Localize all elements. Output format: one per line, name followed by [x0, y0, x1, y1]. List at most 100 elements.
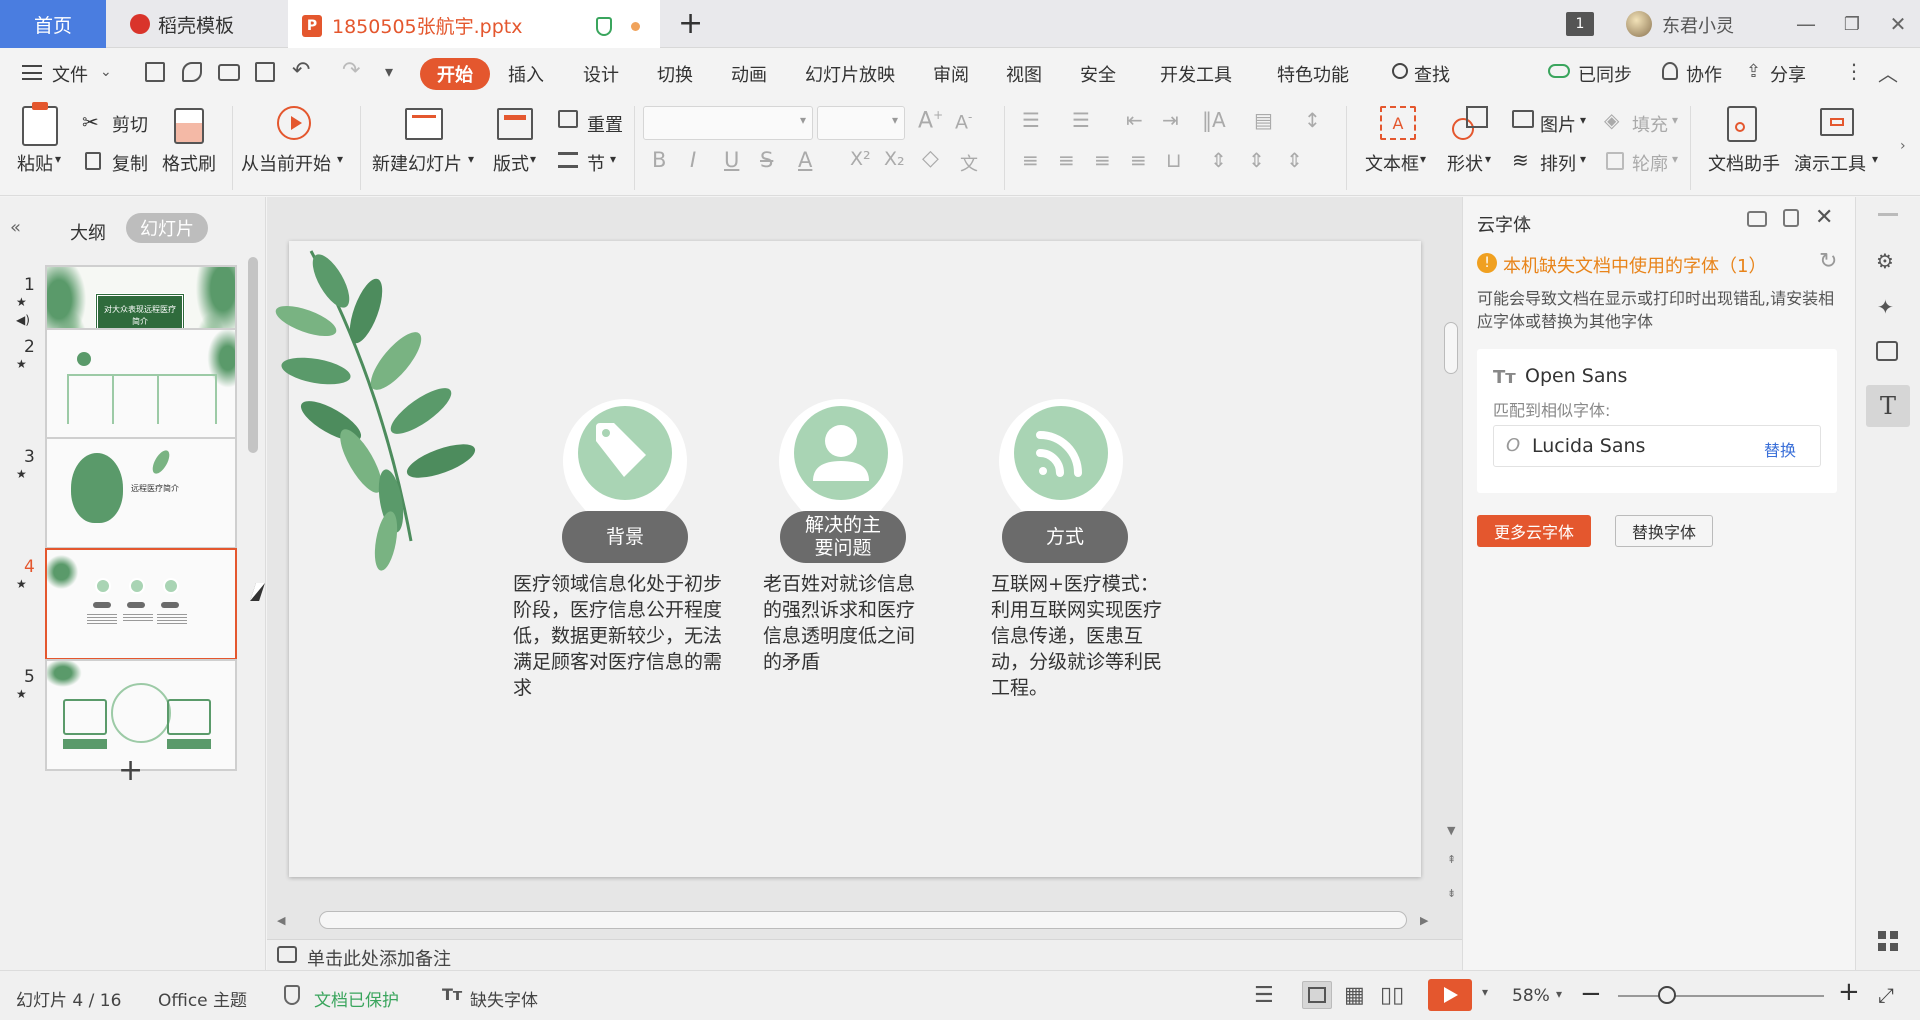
- doc-protected-status[interactable]: 文档已保护: [314, 986, 399, 1011]
- collapse-ribbon-icon[interactable]: ︿: [1878, 58, 1898, 87]
- normal-view-icon[interactable]: [1302, 981, 1332, 1009]
- properties-icon[interactable]: ⚙: [1876, 249, 1894, 273]
- subscript-icon[interactable]: X₂: [884, 148, 905, 170]
- zoom-slider-thumb[interactable]: [1658, 986, 1677, 1004]
- zoom-in-button[interactable]: +: [1838, 977, 1860, 1007]
- customize-toolbar-icon[interactable]: ▾: [385, 62, 393, 81]
- tab-templates[interactable]: 稻壳模板: [112, 0, 282, 48]
- new-slide-button[interactable]: 新建幻灯片: [372, 150, 462, 176]
- save-icon[interactable]: [145, 62, 165, 82]
- distribute-icon[interactable]: ⊔: [1166, 148, 1182, 172]
- undo-icon[interactable]: ↶: [292, 58, 310, 83]
- menu-file[interactable]: 文件: [52, 61, 88, 87]
- menu-design[interactable]: 设计: [583, 61, 619, 87]
- align-right-icon[interactable]: ≡: [1094, 148, 1111, 172]
- tab-outline[interactable]: 大纲: [70, 219, 106, 245]
- collapse-panel-icon[interactable]: «: [10, 217, 21, 238]
- matched-font-row[interactable]: O Lucida Sans 替换: [1493, 425, 1821, 467]
- paste-button[interactable]: 粘贴: [17, 150, 53, 176]
- hamburger-icon[interactable]: [22, 65, 42, 80]
- animation-pin-icon[interactable]: ✦: [1877, 295, 1894, 319]
- ribbon-scroll-right-icon[interactable]: ›: [1900, 138, 1906, 154]
- clear-format-icon[interactable]: ◇: [922, 146, 939, 171]
- add-slide-button[interactable]: +: [118, 753, 143, 788]
- strikethrough-icon[interactable]: S: [760, 148, 773, 172]
- menu-special[interactable]: 特色功能: [1277, 61, 1349, 87]
- font-panel-icon[interactable]: T: [1866, 385, 1910, 427]
- decrease-indent-icon[interactable]: ⇤: [1126, 108, 1143, 132]
- italic-icon[interactable]: I: [690, 148, 696, 172]
- menu-security[interactable]: 安全: [1080, 61, 1116, 87]
- phonetic-icon[interactable]: 文: [960, 150, 978, 176]
- arrange-button[interactable]: 排列: [1540, 150, 1576, 176]
- spacing-before-icon[interactable]: ⇕: [1248, 148, 1265, 172]
- line-spacing-icon[interactable]: ↕: [1304, 108, 1321, 132]
- minimize-button[interactable]: —: [1792, 10, 1820, 38]
- tab-document[interactable]: P 1850505张航宇.pptx: [288, 0, 660, 48]
- text-direction-icon[interactable]: ‖A: [1202, 108, 1226, 132]
- search-command[interactable]: 查找: [1414, 61, 1450, 87]
- shape-icon[interactable]: [1452, 106, 1490, 142]
- play-icon[interactable]: [277, 106, 311, 140]
- superscript-icon[interactable]: X²: [850, 148, 871, 170]
- refresh-icon[interactable]: ↻: [1819, 249, 1837, 274]
- menu-view[interactable]: 视图: [1006, 61, 1042, 87]
- outline-button[interactable]: 轮廓: [1632, 150, 1668, 176]
- slide-sorter-icon[interactable]: ▦: [1344, 983, 1365, 1008]
- cut-button[interactable]: 剪切: [112, 111, 148, 137]
- reset-button[interactable]: 重置: [587, 111, 623, 137]
- next-slide-icon[interactable]: ⇟: [1447, 887, 1456, 900]
- menu-developer[interactable]: 开发工具: [1160, 61, 1232, 87]
- collab-button[interactable]: 协作: [1686, 61, 1722, 87]
- fill-button[interactable]: 填充: [1632, 111, 1668, 137]
- share-button[interactable]: 分享: [1770, 61, 1806, 87]
- text-background[interactable]: 医疗领域信息化处于初步阶段，医疗信息公开程度低，数据更新较少，无法满足顾客对医疗…: [513, 571, 727, 701]
- canvas-hscrollbar[interactable]: [319, 911, 1407, 929]
- zoom-level[interactable]: 58%: [1512, 986, 1550, 1006]
- font-family-select[interactable]: ▾: [643, 106, 813, 140]
- panel-scrollbar[interactable]: [248, 257, 258, 453]
- chevron-down-icon[interactable]: ▾: [1482, 985, 1488, 999]
- bold-icon[interactable]: B: [652, 148, 666, 172]
- align-menu-icon[interactable]: ☰: [1254, 983, 1274, 1008]
- font-size-select[interactable]: ▾: [817, 106, 905, 140]
- section-button[interactable]: 节: [587, 150, 605, 176]
- tab-slides[interactable]: 幻灯片: [126, 213, 208, 243]
- columns-icon[interactable]: ▤: [1254, 108, 1273, 132]
- notes-placeholder[interactable]: 单击此处添加备注: [307, 945, 451, 971]
- scroll-right-icon[interactable]: ▶: [1420, 914, 1428, 927]
- sync-status[interactable]: 已同步: [1578, 61, 1632, 87]
- close-panel-icon[interactable]: ✕: [1815, 205, 1833, 230]
- align-center-icon[interactable]: ≡: [1058, 148, 1075, 172]
- tab-home[interactable]: 首页: [0, 0, 106, 48]
- menu-review[interactable]: 审阅: [933, 61, 969, 87]
- missing-font-status[interactable]: 缺失字体: [470, 986, 538, 1011]
- menu-animation[interactable]: 动画: [731, 61, 767, 87]
- replace-link[interactable]: 替换: [1764, 437, 1796, 461]
- bullet-list-icon[interactable]: ☰: [1022, 108, 1040, 132]
- doc-helper-button[interactable]: 文档助手: [1708, 150, 1780, 176]
- menu-insert[interactable]: 插入: [508, 61, 544, 87]
- slide-swap-icon[interactable]: [1876, 341, 1898, 361]
- menu-slideshow[interactable]: 幻灯片放映: [805, 61, 895, 87]
- text-problem[interactable]: 老百姓对就诊信息的强烈诉求和医疗信息透明度低之间的矛盾: [763, 571, 925, 675]
- print-icon[interactable]: [218, 64, 240, 81]
- pill-problem[interactable]: 解决的主要问题: [780, 511, 906, 563]
- close-window-button[interactable]: ✕: [1884, 10, 1912, 38]
- paste-icon[interactable]: [22, 102, 58, 146]
- font-color-icon[interactable]: A: [798, 148, 812, 172]
- format-painter-button[interactable]: 格式刷: [162, 150, 216, 176]
- copy-button[interactable]: 复制: [112, 150, 148, 176]
- present-tools-button[interactable]: 演示工具: [1794, 150, 1866, 176]
- textbox-icon[interactable]: A: [1380, 106, 1416, 140]
- sidebar-collapse-icon[interactable]: [1878, 213, 1898, 216]
- lock-icon[interactable]: [1783, 209, 1799, 227]
- grid-icon[interactable]: [1878, 931, 1898, 951]
- underline-icon[interactable]: U: [724, 148, 739, 172]
- doc-helper-icon[interactable]: [1727, 106, 1757, 142]
- paragraph-spacing-icon[interactable]: ⇕: [1210, 148, 1227, 172]
- present-tools-icon[interactable]: [1820, 108, 1854, 136]
- increase-font-icon[interactable]: A+: [918, 108, 943, 133]
- user-avatar[interactable]: [1626, 11, 1652, 37]
- canvas-vscrollbar[interactable]: [1444, 322, 1458, 374]
